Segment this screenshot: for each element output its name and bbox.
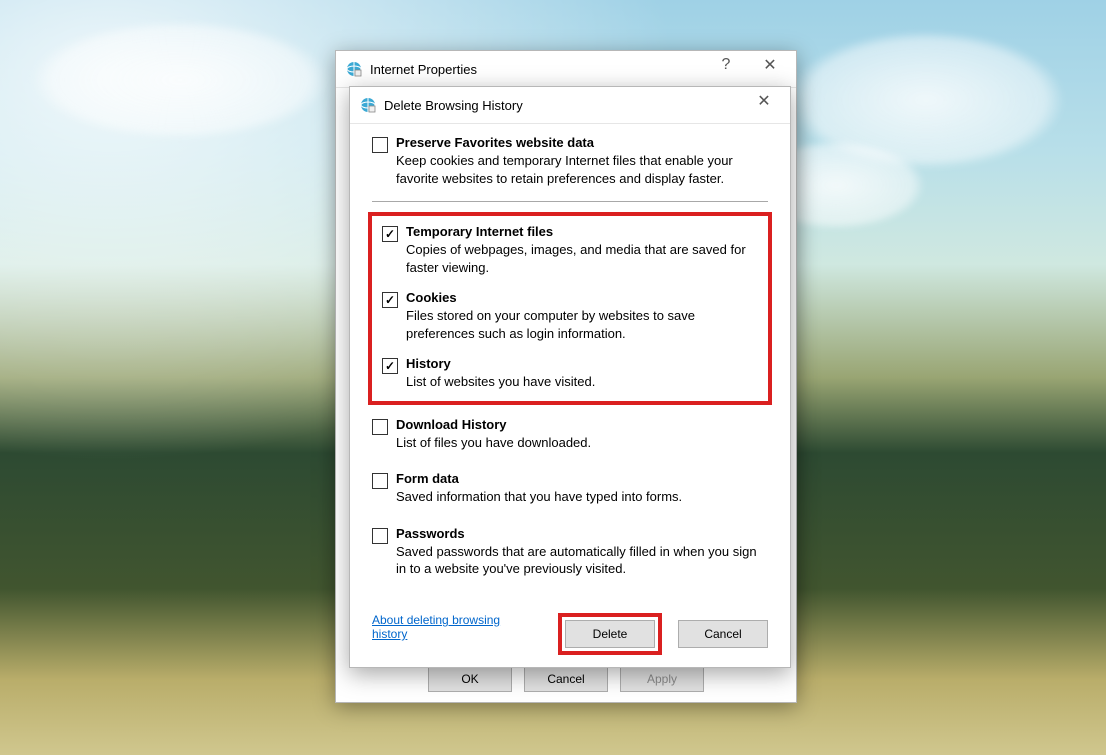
label-history: History bbox=[406, 356, 758, 371]
cancel-button-parent[interactable]: Cancel bbox=[524, 666, 608, 692]
desc-passwords: Saved passwords that are automatically f… bbox=[396, 543, 768, 578]
close-button-dialog[interactable]: ✕ bbox=[742, 87, 786, 115]
help-button[interactable]: ? bbox=[704, 51, 748, 79]
highlight-box: Temporary Internet files Copies of webpa… bbox=[368, 212, 772, 405]
highlight-delete-button: Delete bbox=[558, 613, 662, 655]
internet-options-icon bbox=[346, 61, 362, 77]
desc-download-history: List of files you have downloaded. bbox=[396, 434, 768, 452]
checkbox-cookies[interactable] bbox=[382, 292, 398, 308]
checkbox-form-data[interactable] bbox=[372, 473, 388, 489]
desc-temp-files: Copies of webpages, images, and media th… bbox=[406, 241, 758, 276]
about-deleting-history-link[interactable]: About deleting browsing history bbox=[372, 613, 502, 641]
delete-button[interactable]: Delete bbox=[565, 620, 655, 648]
separator bbox=[372, 201, 768, 202]
internet-options-icon bbox=[360, 97, 376, 113]
option-history: History List of websites you have visite… bbox=[382, 356, 758, 391]
delete-history-titlebar[interactable]: Delete Browsing History ✕ bbox=[350, 87, 790, 124]
desc-cookies: Files stored on your computer by website… bbox=[406, 307, 758, 342]
checkbox-preserve-favorites[interactable] bbox=[372, 137, 388, 153]
label-preserve-favorites: Preserve Favorites website data bbox=[396, 135, 768, 150]
option-download-history: Download History List of files you have … bbox=[372, 417, 768, 452]
delete-history-title: Delete Browsing History bbox=[384, 98, 523, 113]
close-button-parent[interactable]: ✕ bbox=[748, 51, 792, 79]
internet-properties-titlebar[interactable]: Internet Properties ? ✕ bbox=[336, 51, 796, 88]
label-passwords: Passwords bbox=[396, 526, 768, 541]
internet-properties-title: Internet Properties bbox=[370, 62, 477, 77]
checkbox-download-history[interactable] bbox=[372, 419, 388, 435]
desc-preserve-favorites: Keep cookies and temporary Internet file… bbox=[396, 152, 768, 187]
label-form-data: Form data bbox=[396, 471, 768, 486]
checkbox-passwords[interactable] bbox=[372, 528, 388, 544]
label-cookies: Cookies bbox=[406, 290, 758, 305]
option-temporary-internet-files: Temporary Internet files Copies of webpa… bbox=[382, 224, 758, 276]
delete-browsing-history-dialog: Delete Browsing History ✕ Preserve Favor… bbox=[349, 86, 791, 668]
ok-button[interactable]: OK bbox=[428, 666, 512, 692]
desc-form-data: Saved information that you have typed in… bbox=[396, 488, 768, 506]
checkbox-temporary-internet-files[interactable] bbox=[382, 226, 398, 242]
label-download-history: Download History bbox=[396, 417, 768, 432]
apply-button[interactable]: Apply bbox=[620, 666, 704, 692]
option-passwords: Passwords Saved passwords that are autom… bbox=[372, 526, 768, 578]
label-temp-files: Temporary Internet files bbox=[406, 224, 758, 239]
option-cookies: Cookies Files stored on your computer by… bbox=[382, 290, 758, 342]
internet-properties-buttons: OK Cancel Apply bbox=[336, 666, 796, 692]
option-preserve-favorites: Preserve Favorites website data Keep coo… bbox=[372, 135, 768, 187]
desktop-background: Internet Properties ? ✕ OK Cancel Apply … bbox=[0, 0, 1106, 755]
option-form-data: Form data Saved information that you hav… bbox=[372, 471, 768, 506]
desc-history: List of websites you have visited. bbox=[406, 373, 758, 391]
checkbox-history[interactable] bbox=[382, 358, 398, 374]
cancel-button-dialog[interactable]: Cancel bbox=[678, 620, 768, 648]
